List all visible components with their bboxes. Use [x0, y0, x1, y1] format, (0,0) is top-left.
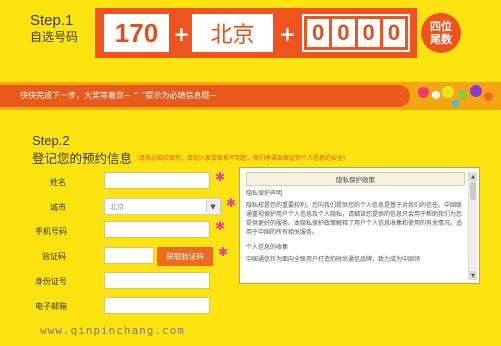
plus-sign: + — [173, 22, 190, 46]
required-star-name: ✱ — [215, 170, 226, 184]
name-label: 姓名 — [50, 178, 66, 187]
decor-dot — [432, 91, 440, 99]
step1-section: Step.1 自选号码 170 + 北京 + 0 0 0 0 四位 尾数 — [0, 0, 501, 70]
step1-heading: Step.1 自选号码 — [30, 12, 78, 45]
required-star-phone: ✱ — [215, 219, 226, 233]
step2-title-cn: 登记您的预约信息 — [32, 151, 133, 166]
id-number-input[interactable] — [104, 272, 210, 289]
privacy-scrollbar[interactable]: ▲ ▼ — [468, 172, 477, 280]
privacy-section1-title: 隐私保护声明 — [246, 190, 283, 197]
decor-dot — [470, 85, 482, 97]
id-number-label: 身份证号 — [35, 277, 67, 286]
site-watermark: www.qinpinchang.com — [40, 324, 185, 337]
scrollbar-thumb[interactable] — [470, 182, 476, 200]
scroll-down-icon[interactable]: ▼ — [469, 271, 477, 280]
step1-title-cn: 自选号码 — [30, 30, 79, 44]
decor-dot — [484, 92, 493, 101]
decor-dot — [452, 100, 459, 107]
four-digit-badge: 四位 尾数 — [421, 13, 461, 53]
decor-dot — [418, 87, 429, 98]
plus-sign: + — [279, 22, 296, 46]
tail-digit-1[interactable]: 0 — [307, 19, 330, 47]
decor-dot — [442, 86, 454, 98]
hint-text-after: ”提示为必填信息哦~ — [141, 91, 217, 100]
privacy-text: 隐私保护声明 隐私权是您的重要权利。您向我们提供您的个人信息是基于对我们的信任。… — [246, 189, 465, 281]
decor-dot — [458, 90, 467, 99]
name-input[interactable] — [104, 172, 210, 189]
tail-digit-3[interactable]: 0 — [357, 19, 380, 47]
city-label: 城市 — [50, 203, 66, 212]
phone-input[interactable] — [104, 221, 210, 238]
badge-line-2: 尾数 — [430, 33, 452, 46]
step2-title-en: Step.2 — [32, 133, 70, 148]
city-select[interactable]: 北京 ▼ — [104, 198, 221, 215]
hint-text: 快快完成下一步，大奖等着您~ “*”提示为必填信息哦~ — [20, 90, 216, 101]
badge-line-1: 四位 — [430, 20, 452, 33]
hint-text-before: 快快完成下一步，大奖等着您~ “ — [20, 91, 138, 100]
tail-digit-2[interactable]: 0 — [332, 19, 355, 47]
privacy-section2-title: 个人信息的收集 — [246, 244, 289, 251]
city-select-value: 北京 — [110, 202, 124, 211]
code-label: 验证码 — [42, 252, 66, 261]
email-label: 电子邮箱 — [35, 302, 67, 311]
get-code-button[interactable]: 获取验证码 — [157, 247, 213, 266]
required-star-code: ✱ — [218, 245, 229, 259]
scroll-up-icon[interactable]: ▲ — [469, 172, 477, 181]
step1-title-en: Step.1 — [30, 12, 74, 29]
number-selector: 170 + 北京 + 0 0 0 0 — [95, 8, 417, 58]
prefix-number: 170 — [104, 14, 169, 52]
privacy-section1-body: 隐私权是您的重要权利。您向我们提供您的个人信息是基于对我们的信任。中国联通重视保… — [246, 202, 463, 236]
chevron-down-icon[interactable]: ▼ — [206, 200, 219, 213]
privacy-heading: 隐私保护政策 — [246, 172, 465, 186]
step2-note: （请务必如实填写，否则人家会联系不到您，我们承诺会保证你个人信息的安全） — [133, 155, 350, 162]
tail-digits-input[interactable]: 0 0 0 0 — [302, 14, 410, 52]
email-input[interactable] — [104, 297, 210, 314]
city-display: 北京 — [192, 14, 273, 52]
verification-code-input[interactable] — [104, 247, 154, 264]
required-star-city: ✱ — [226, 196, 237, 210]
tail-digit-4[interactable]: 0 — [382, 19, 405, 47]
privacy-policy-panel[interactable]: 隐私保护政策 隐私保护声明 隐私权是您的重要权利。您向我们提供您的个人信息是基于… — [239, 167, 480, 284]
privacy-section2-body: 中国通信作为面向全联用户打造的时尚通信品牌，致力成为中国领 — [246, 256, 421, 263]
phone-label: 手机号码 — [35, 227, 67, 236]
